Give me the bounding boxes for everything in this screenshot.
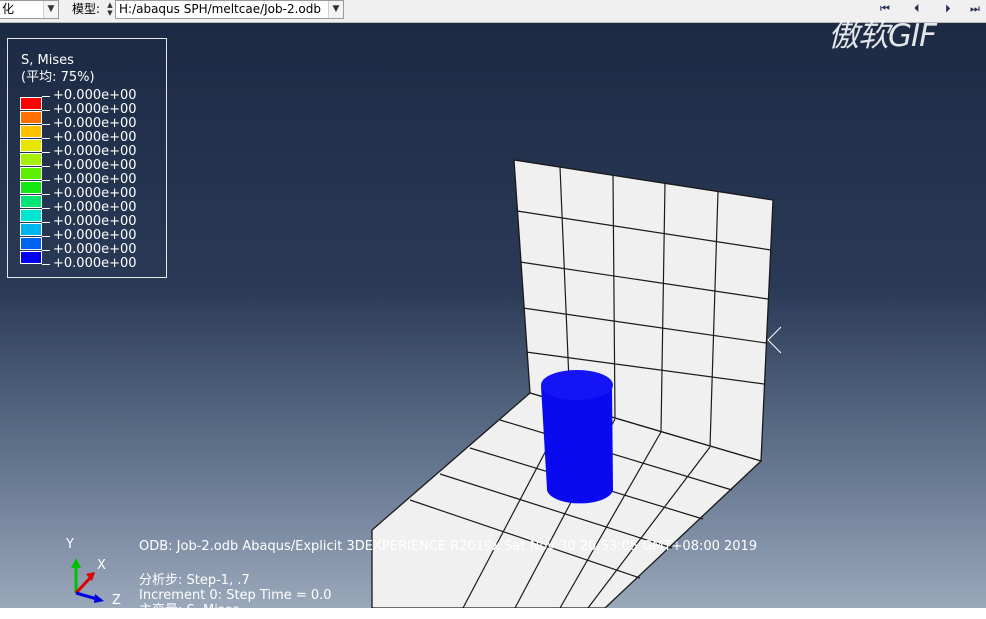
legend-swatch bbox=[20, 125, 42, 138]
legend-value: +0.000e+00 bbox=[53, 242, 137, 257]
legend-tick bbox=[42, 236, 50, 237]
x-axis-label: X bbox=[97, 558, 106, 573]
y-axis-label: Y bbox=[66, 537, 74, 552]
legend-tick bbox=[42, 208, 50, 209]
legend-tick bbox=[42, 124, 50, 125]
legend-swatch bbox=[20, 97, 42, 110]
legend-tick bbox=[42, 110, 50, 111]
chevron-down-icon[interactable]: ▼ bbox=[43, 1, 58, 18]
legend-swatch bbox=[20, 209, 42, 222]
model-select[interactable]: H:/abaqus SPH/meltcae/Job-2.odb ▼ bbox=[115, 0, 344, 19]
watermark-logo: 傲软GIF bbox=[828, 18, 937, 54]
legend-value: +0.000e+00 bbox=[53, 200, 137, 215]
legend-value: +0.000e+00 bbox=[53, 158, 137, 173]
legend-tick bbox=[42, 180, 50, 181]
legend-swatch bbox=[20, 111, 42, 124]
model-spinner-icon[interactable]: ▲ ▼ bbox=[105, 1, 115, 18]
legend-tick bbox=[42, 222, 50, 223]
legend-swatch bbox=[20, 139, 42, 152]
legend-subtitle: (平均: 75%) bbox=[21, 70, 95, 85]
display-mode-value: 化 bbox=[2, 2, 15, 16]
contour-legend: S, Mises (平均: 75%) +0.000e+00 +0.000e+00 +… bbox=[7, 38, 167, 278]
variable-info-text: 主变量: S, Mises bbox=[139, 603, 240, 618]
cylinder-part bbox=[541, 370, 613, 504]
legend-value: +0.000e+00 bbox=[53, 214, 137, 229]
last-frame-icon[interactable]: ⏭ bbox=[970, 1, 980, 17]
legend-swatch bbox=[20, 237, 42, 250]
step-info-text: 分析步: Step-1, .7 bbox=[139, 573, 250, 588]
legend-swatch bbox=[20, 251, 42, 264]
legend-tick bbox=[42, 138, 50, 139]
chevron-down-icon[interactable]: ▼ bbox=[328, 1, 343, 18]
z-axis-label: Z bbox=[112, 593, 121, 608]
legend-tick bbox=[42, 250, 50, 251]
legend-tick bbox=[42, 152, 50, 153]
legend-swatch bbox=[20, 167, 42, 180]
odb-info-text: ODB: Job-2.odb Abaqus/Explicit 3DEXPERIE… bbox=[139, 539, 758, 554]
legend-value: +0.000e+00 bbox=[53, 228, 137, 243]
legend-value: +0.000e+00 bbox=[53, 102, 137, 117]
legend-value: +0.000e+00 bbox=[53, 144, 137, 159]
legend-value: +0.000e+00 bbox=[53, 172, 137, 187]
legend-tick bbox=[42, 166, 50, 167]
legend-swatch bbox=[20, 223, 42, 236]
legend-value: +0.000e+00 bbox=[53, 130, 137, 145]
increment-info-text: Increment 0: Step Time = 0.0 bbox=[139, 588, 332, 603]
legend-value: +0.000e+00 bbox=[53, 88, 137, 103]
legend-tick bbox=[42, 96, 50, 97]
legend-value: +0.000e+00 bbox=[53, 116, 137, 131]
legend-title: S, Mises bbox=[21, 53, 74, 68]
display-mode-combo[interactable]: 化 ▼ bbox=[0, 0, 59, 19]
legend-swatch bbox=[20, 153, 42, 166]
legend-value: +0.000e+00 bbox=[53, 256, 137, 271]
legend-swatch bbox=[20, 195, 42, 208]
model-label: 模型: bbox=[72, 2, 101, 16]
legend-tick bbox=[42, 194, 50, 195]
next-frame-icon[interactable]: ⏵ bbox=[945, 1, 950, 17]
model-path-value: H:/abaqus SPH/meltcae/Job-2.odb bbox=[119, 2, 321, 16]
legend-value: +0.000e+00 bbox=[53, 186, 137, 201]
legend-tick bbox=[42, 264, 50, 265]
view-arrow-icon bbox=[767, 326, 782, 354]
legend-swatch bbox=[20, 181, 42, 194]
